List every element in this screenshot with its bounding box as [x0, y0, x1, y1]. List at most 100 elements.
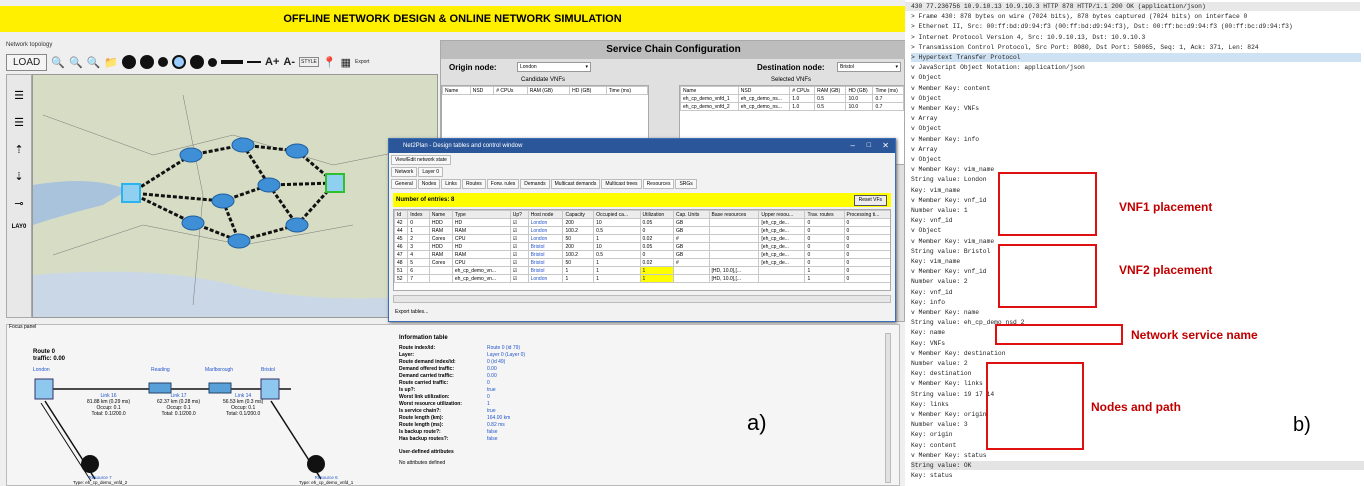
selected-vnf-row[interactable]: eh_cp_demo_vnfd_1 eh_cp_demo_ns... 1.0 0.5 1…	[680, 94, 904, 103]
packet-tree-line[interactable]: > Internet Protocol Version 4, Src: 10.9…	[911, 33, 1145, 42]
table-row[interactable]: 44 1 RAM RAM ☑ London 100.2 0.5 0 GB [eh_cp_de... 0…	[394, 226, 890, 235]
node-site-icon[interactable]	[140, 55, 155, 69]
table-row[interactable]: 47 4 RAM RAM ☑ Bristol 100.2 0.5 0 GB [eh_cp_de...…	[394, 250, 890, 259]
node-bristol-icon[interactable]	[260, 378, 280, 400]
maximize-icon[interactable]: □	[867, 139, 871, 153]
selected-vnf-row[interactable]: eh_cp_demo_vnfd_2 eh_cp_demo_ns... 1.0 0.5 1…	[680, 102, 904, 111]
node-increase-icon[interactable]	[190, 55, 205, 69]
packet-tree-line[interactable]: v Member Key: destination	[911, 349, 1005, 358]
table-row[interactable]: 51 6 eh_cp_demo_vn... ☑ Bristol 1 1 1 [HD, 10.0]…	[394, 266, 890, 275]
selected-col-header[interactable]: Name	[680, 86, 739, 95]
packet-tree-line[interactable]: v Member Key: vim_name	[911, 165, 994, 174]
packet-tree-line[interactable]: Key: content	[911, 441, 956, 450]
resource-6-icon[interactable]	[307, 455, 325, 473]
packet-tree-line[interactable]: v Member Key: info	[911, 135, 979, 144]
packet-tree-line[interactable]: v JavaScript Object Notation: applicatio…	[911, 63, 1085, 72]
export-button[interactable]: Export	[355, 59, 369, 65]
packet-tree-line[interactable]: > Hypertext Transfer Protocol	[911, 53, 1361, 62]
tab-general[interactable]: General	[391, 179, 417, 189]
packet-tree-line[interactable]: v Member Key: vim_name	[911, 237, 994, 246]
origin-select[interactable]: London ▾	[517, 62, 591, 72]
packet-tree-line[interactable]: Key: vnf_id	[911, 216, 953, 225]
packet-tree-line[interactable]: v Object	[911, 155, 941, 164]
packet-tree-line[interactable]: v Array	[911, 145, 937, 154]
layer-up-icon[interactable]: ⇡	[7, 143, 31, 156]
candidate-col-header[interactable]: HD (GB)	[569, 86, 607, 95]
table-row[interactable]: 42 0 HDD HD ☑ London 200 10 0.05 GB [eh_cp_de... 0 0	[394, 218, 890, 227]
packet-tree-line[interactable]: Key: vnf_id	[911, 288, 953, 297]
packet-tree-line[interactable]: String value: OK	[911, 461, 1364, 470]
zoom-out-icon[interactable]: 🔍	[69, 56, 83, 69]
packet-tree-line[interactable]: Number value: 3	[911, 420, 968, 429]
resources-col-header[interactable]: Host node	[527, 210, 564, 219]
style-button[interactable]: STYLE	[299, 57, 319, 67]
text-decrease-button[interactable]: A-	[283, 56, 295, 68]
node-decrease-icon[interactable]	[208, 57, 218, 67]
resource-7-icon[interactable]	[81, 455, 99, 473]
datacenter-node-bristol[interactable]	[121, 183, 141, 203]
table-row[interactable]: 52 7 eh_cp_demo_vn... ☑ London 1 1 1 [HD, 10.0],…	[394, 274, 890, 283]
packet-tree-line[interactable]: Key: info	[911, 298, 945, 307]
link-icon[interactable]	[158, 57, 169, 67]
focus-scrollbar[interactable]	[885, 333, 891, 483]
node-marlborough-icon[interactable]	[208, 382, 232, 394]
folder-icon[interactable]: 📁	[104, 56, 118, 69]
topology-map[interactable]	[32, 74, 438, 318]
packet-tree-line[interactable]: Key: VNFs	[911, 339, 945, 348]
packet-tree-line[interactable]: Number value: 2	[911, 359, 968, 368]
packet-tree-line[interactable]: Number value: 1	[911, 206, 968, 215]
tab-nodes[interactable]: Nodes	[417, 179, 441, 189]
tab-resources[interactable]: Resources	[642, 179, 675, 189]
node-size-icon[interactable]	[122, 55, 137, 69]
selected-col-header[interactable]: # CPUs	[789, 86, 816, 95]
layer-down-icon[interactable]: ⇣	[7, 170, 31, 183]
resources-col-header[interactable]: Utilization	[639, 210, 674, 219]
selected-node-icon[interactable]	[172, 55, 187, 69]
packet-tree-line[interactable]: String value: Bristol	[911, 247, 990, 256]
tab-demands[interactable]: Demands	[520, 179, 550, 189]
packet-tree-line[interactable]: v Member Key: links	[911, 379, 983, 388]
packet-tree-line[interactable]: v Object	[911, 226, 941, 235]
candidate-col-header[interactable]: # CPUs	[493, 86, 528, 95]
candidate-col-header[interactable]: RAM (GB)	[526, 86, 571, 95]
node-london-icon[interactable]	[34, 378, 54, 400]
close-icon[interactable]: ✕	[882, 139, 889, 153]
tab-srgs[interactable]: SRGs	[675, 179, 697, 189]
resources-col-header[interactable]: Occupied ca...	[593, 210, 641, 219]
resources-col-header[interactable]: Type	[451, 210, 511, 219]
resources-col-header[interactable]: Id	[394, 210, 409, 219]
list-icon-2[interactable]: ☰	[7, 116, 31, 129]
resources-col-header[interactable]: Upper resou...	[758, 210, 806, 219]
minimize-icon[interactable]: –	[851, 139, 855, 153]
tab-view-edit[interactable]: View/Edit network state	[391, 155, 451, 165]
packet-tree-line[interactable]: Key: name	[911, 328, 945, 337]
dialog-subtab[interactable]: Network	[391, 167, 418, 177]
packet-tree-line[interactable]: String value: London	[911, 175, 987, 184]
resources-col-header[interactable]: Index	[407, 210, 430, 219]
text-increase-button[interactable]: A+	[265, 56, 279, 68]
packet-tree-line[interactable]: v Member Key: name	[911, 308, 979, 317]
candidate-col-header[interactable]: NSD	[469, 86, 495, 95]
packet-tree-line[interactable]: > Ethernet II, Src: 00:ff:bd:d9:94:f3 (0…	[911, 22, 1293, 31]
table-row[interactable]: 46 3 HDD HD ☑ Bristol 200 10 0.05 GB [eh_cp_de... 0…	[394, 242, 890, 251]
packet-tree-line[interactable]: Key: vim_name	[911, 186, 960, 195]
packet-tree-line[interactable]: Key: origin	[911, 430, 953, 439]
table-icon[interactable]: ▦	[341, 56, 351, 69]
tab-links[interactable]: Links	[441, 179, 461, 189]
resources-col-header[interactable]: Base resources	[708, 210, 760, 219]
zoom-all-icon[interactable]: 🔍	[87, 56, 101, 69]
table-row[interactable]: 48 5 Cores CPU ☑ Bristol 50 1 0.02 # [eh_cp_de... 0…	[394, 258, 890, 267]
packet-tree-line[interactable]: Key: destination	[911, 369, 971, 378]
packet-tree-line[interactable]: v Member Key: content	[911, 84, 990, 93]
packet-tree-line[interactable]: v Member Key: status	[911, 451, 987, 460]
packet-tree-line[interactable]: v Array	[911, 114, 937, 123]
packet-tree-line[interactable]: String value: 19 17 14	[911, 390, 994, 399]
zoom-in-icon[interactable]: 🔍	[51, 56, 65, 69]
dialog-subtab[interactable]: Layer 0	[418, 167, 444, 177]
packet-tree-line[interactable]: v Member Key: origin	[911, 410, 987, 419]
candidate-col-header[interactable]: Time (ms)	[605, 86, 649, 95]
selected-col-header[interactable]: HD (GB)	[845, 86, 874, 95]
tab-multicast-demands[interactable]: Multicast demands	[550, 179, 601, 189]
link-thin-icon[interactable]	[247, 61, 262, 63]
selected-col-header[interactable]: NSD	[737, 86, 791, 95]
